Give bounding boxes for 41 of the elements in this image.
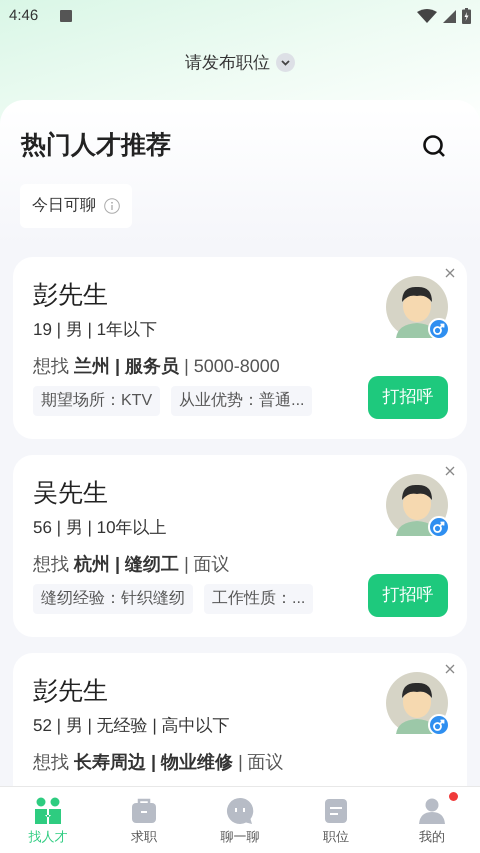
- close-icon[interactable]: [445, 664, 455, 674]
- filter-chip[interactable]: 今日可聊: [20, 184, 132, 228]
- tag: 工作性质：...: [204, 584, 314, 614]
- tag: 从业优势：普通...: [171, 386, 312, 416]
- info-icon: [104, 198, 120, 214]
- male-icon: [428, 318, 450, 340]
- publish-job-title[interactable]: 请发布职位: [185, 50, 270, 76]
- section-title: 热门人才推荐: [21, 130, 171, 161]
- nav-tab[interactable]: 职位: [288, 787, 384, 853]
- candidate-card[interactable]: 吴先生 56 | 男 | 10年以上 想找 杭州 | 缝纫工 | 面议 缝纫经验：针织缝纫 工作性质：... 打招呼: [13, 454, 467, 636]
- candidate-info: 19 | 男 | 1年以下: [33, 318, 158, 340]
- nav-tab[interactable]: 求职: [96, 787, 192, 853]
- male-icon: [428, 516, 450, 538]
- tag: 缝纫经验：针织缝纫: [33, 584, 193, 614]
- search-icon[interactable]: [422, 134, 446, 158]
- briefcase-icon: [130, 797, 158, 825]
- candidate-name: 彭先生: [33, 280, 108, 310]
- wifi-icon: [417, 9, 437, 23]
- candidate-name: 吴先生: [33, 478, 108, 508]
- candidate-name: 彭先生: [33, 676, 108, 706]
- signal-icon: [443, 10, 456, 22]
- job-wanted: 想找 杭州 | 缝纫工 | 面议: [33, 552, 230, 576]
- job-wanted: 想找 兰州 | 服务员 | 5000-8000: [33, 354, 280, 378]
- people-icon: [34, 797, 62, 825]
- candidate-card[interactable]: 彭先生 52 | 男 | 无经验 | 高中以下 想找 长寿周边 | 物业维修 | 面议: [13, 652, 467, 786]
- tag: 期望场所：KTV: [33, 386, 160, 416]
- close-icon[interactable]: [445, 466, 455, 476]
- candidate-info: 56 | 男 | 10年以上: [33, 516, 167, 538]
- close-icon[interactable]: [445, 268, 455, 278]
- candidate-card[interactable]: 彭先生 19 | 男 | 1年以下 想找 兰州 | 服务员 | 5000-8000 期望场所：KTV 从业优势：普通... 打招呼: [13, 256, 467, 438]
- male-icon: [428, 714, 450, 736]
- chevron-down-icon[interactable]: [276, 53, 295, 72]
- job-wanted: 想找 长寿周边 | 物业维修 | 面议: [33, 750, 284, 774]
- battery-icon: [462, 8, 471, 24]
- status-time: 4:46: [9, 6, 38, 26]
- nav-tab[interactable]: 我的: [384, 787, 480, 853]
- chat-icon: [226, 797, 254, 825]
- nav-tab[interactable]: 聊一聊: [192, 787, 288, 853]
- candidate-info: 52 | 男 | 无经验 | 高中以下: [33, 714, 230, 736]
- document-icon: [322, 797, 350, 825]
- user-icon: [418, 797, 446, 825]
